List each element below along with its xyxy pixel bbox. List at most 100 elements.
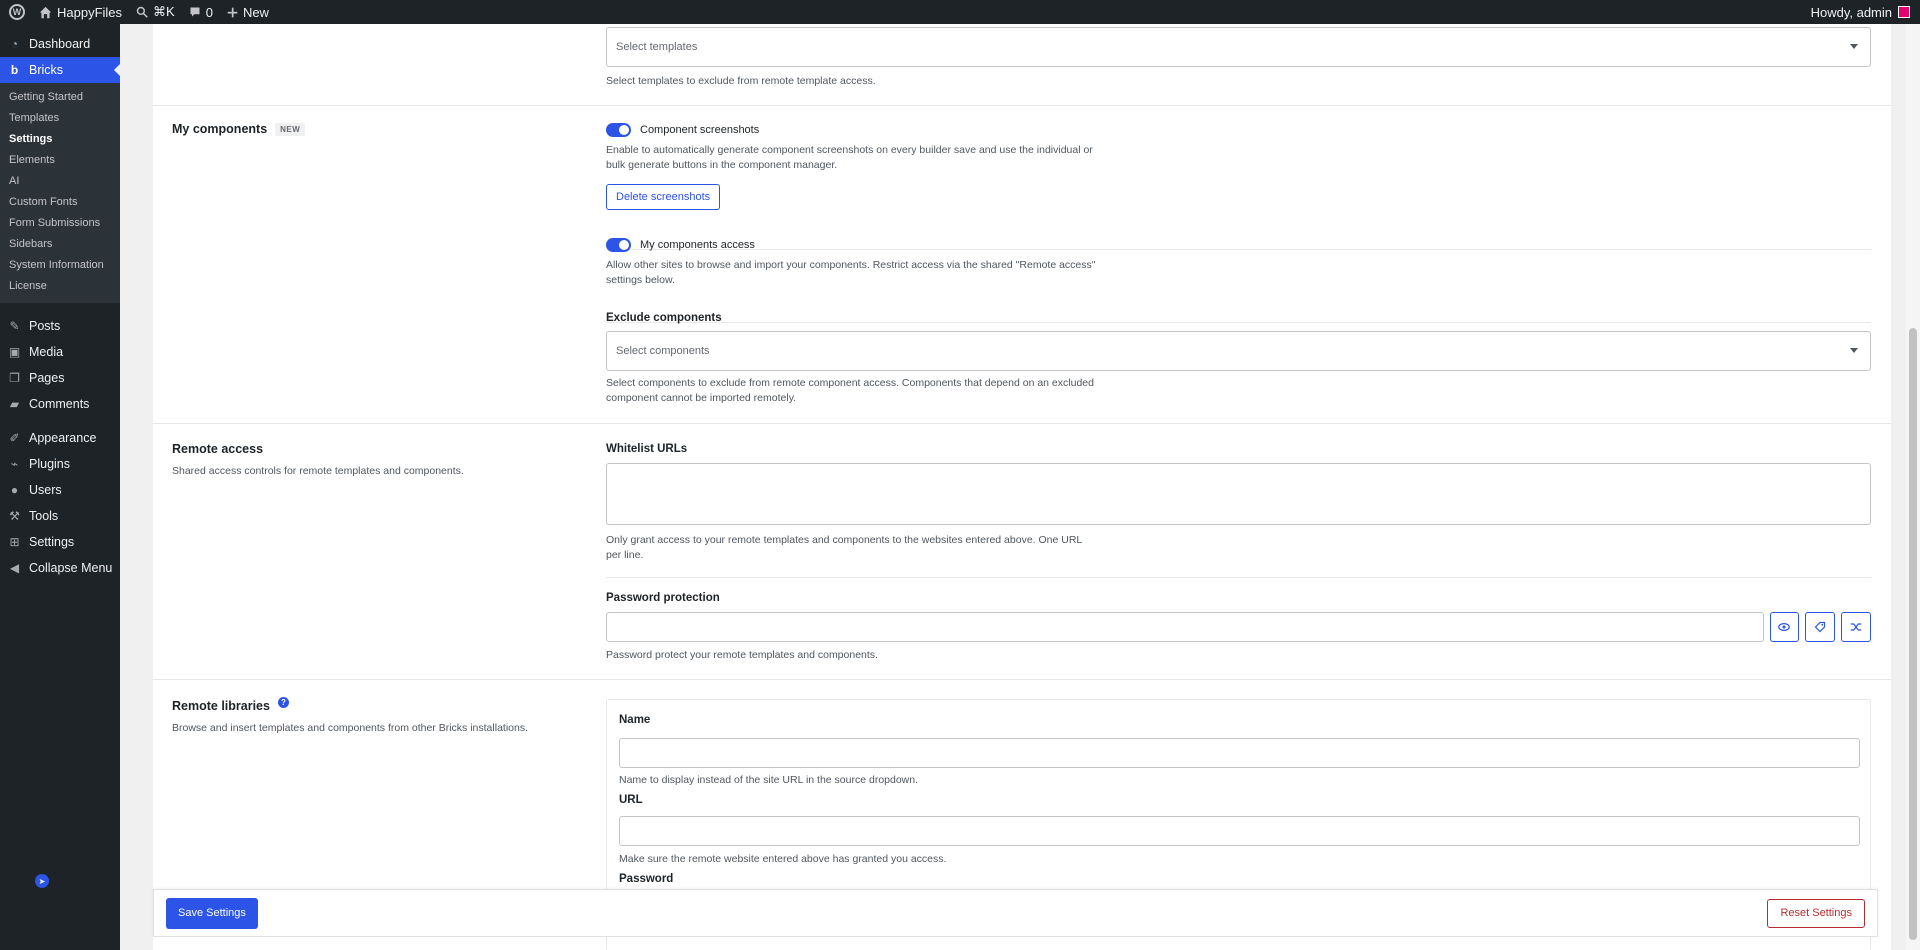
pin-icon: ✎: [9, 319, 20, 333]
component-screenshots-toggle[interactable]: [606, 123, 631, 137]
submenu-custom-fonts[interactable]: Custom Fonts: [0, 192, 120, 213]
my-components-section: My components NEW Component screenshots …: [153, 106, 1891, 424]
sidebar-item-dashboard[interactable]: ◔ Dashboard: [0, 31, 120, 57]
sidebar-item-label: Collapse Menu: [29, 561, 113, 575]
sidebar-item-pages[interactable]: ❐ Pages: [0, 365, 120, 391]
exclude-templates-select[interactable]: Select templates: [606, 27, 1871, 67]
search-icon: [136, 6, 148, 18]
comment-icon: [190, 7, 200, 17]
sidebar-item-label: Posts: [29, 319, 61, 333]
admin-sidebar: ◔ Dashboard b Bricks Getting Started Tem…: [0, 24, 120, 950]
submenu-license[interactable]: License: [0, 276, 120, 297]
wordpress-logo[interactable]: W: [0, 0, 32, 24]
admin-bar: W HappyFiles ⌘K 0 New Howdy, admin: [0, 0, 1920, 24]
comments-link[interactable]: 0: [182, 0, 220, 24]
bricks-submenu: Getting Started Templates Settings Eleme…: [0, 83, 120, 303]
submenu-ai[interactable]: AI: [0, 171, 120, 192]
sidebar-item-posts[interactable]: ✎ Posts: [0, 313, 120, 339]
delete-screenshots-button[interactable]: Delete screenshots: [606, 184, 721, 210]
caret-down-icon: [1850, 348, 1858, 353]
library-url-label: URL: [619, 794, 643, 806]
user-icon: ●: [10, 483, 19, 497]
remote-libraries-description: Browse and insert templates and componen…: [172, 722, 529, 734]
sidebar-item-tools[interactable]: ⚒ Tools: [0, 503, 120, 529]
password-protection-input[interactable]: [606, 612, 1764, 642]
plugin-icon: ⌁: [10, 457, 19, 471]
exclude-components-help: Select components to exclude from remote…: [606, 377, 1094, 404]
help-icon[interactable]: ?: [277, 696, 289, 708]
sidebar-item-bricks[interactable]: b Bricks: [0, 57, 120, 83]
library-url-input[interactable]: [619, 816, 1860, 846]
sidebar-item-label: Bricks: [29, 63, 64, 77]
howdy-text: Howdy, admin: [1810, 4, 1892, 20]
exclude-templates-help: Select templates to exclude from remote …: [606, 75, 876, 87]
save-settings-button[interactable]: Save Settings: [166, 897, 258, 929]
whitelist-urls-label: Whitelist URLs: [606, 443, 688, 455]
submenu-sidebars[interactable]: Sidebars: [0, 234, 120, 255]
my-components-access-toggle[interactable]: [606, 238, 631, 252]
home-icon: [39, 6, 52, 18]
new-badge: NEW: [275, 122, 306, 136]
sidebar-item-media[interactable]: ▣ Media: [0, 339, 120, 365]
sidebar-item-label: Appearance: [29, 431, 97, 445]
submenu-templates[interactable]: Templates: [0, 108, 120, 129]
command-search[interactable]: ⌘K: [129, 0, 182, 24]
section-title: My components NEW: [172, 122, 306, 136]
wordpress-icon: W: [9, 4, 25, 20]
whitelist-urls-textarea[interactable]: [606, 463, 1871, 525]
select-placeholder: Select templates: [616, 41, 698, 53]
exclude-components-select[interactable]: Select components: [606, 331, 1871, 371]
page-scrollbar[interactable]: [1906, 24, 1920, 950]
eye-icon: [1778, 623, 1791, 631]
my-account[interactable]: Howdy, admin: [1811, 5, 1920, 20]
tag-icon: [1814, 621, 1826, 633]
collapse-icon: ◀: [9, 561, 20, 575]
password-protection-label: Password protection: [606, 592, 720, 604]
submenu-getting-started[interactable]: Getting Started: [0, 87, 120, 108]
remote-access-section: Remote access Shared access controls for…: [153, 424, 1891, 680]
sidebar-item-comments[interactable]: ▰ Comments: [0, 391, 120, 417]
generate-password-button[interactable]: [1841, 612, 1872, 642]
brush-icon: ✐: [9, 431, 20, 445]
sidebar-item-label: Dashboard: [29, 37, 91, 51]
submenu-settings[interactable]: Settings: [0, 129, 120, 150]
library-name-input[interactable]: [619, 738, 1860, 768]
exclude-templates-section: Select templates Select templates to exc…: [153, 24, 1891, 106]
pages-icon: ❐: [9, 371, 20, 385]
submenu-system-information[interactable]: System Information: [0, 255, 120, 276]
wrench-icon: ⚒: [9, 509, 20, 523]
settings-footer: Save Settings Reset Settings: [153, 889, 1878, 937]
comments-count: 0: [205, 4, 213, 20]
library-url-help: Make sure the remote website entered abo…: [619, 853, 947, 865]
sidebar-item-settings[interactable]: ⊞ Settings: [0, 529, 120, 555]
reset-settings-button[interactable]: Reset Settings: [1767, 898, 1865, 928]
show-password-button[interactable]: [1769, 612, 1800, 642]
library-name-help: Name to display instead of the site URL …: [619, 774, 919, 786]
sidebar-item-plugins[interactable]: ⌁ Plugins: [0, 451, 120, 477]
cursor-icon: ➤: [35, 874, 49, 888]
sidebar-item-label: Comments: [29, 397, 90, 411]
search-shortcut: ⌘K: [153, 4, 175, 19]
library-password-label: Password: [619, 873, 674, 885]
new-content-link[interactable]: New: [220, 0, 276, 24]
comment-icon: ▰: [9, 397, 20, 411]
my-components-title: My components: [172, 122, 268, 136]
scrollbar-thumb[interactable]: [1909, 328, 1917, 940]
site-name-link[interactable]: HappyFiles: [32, 0, 129, 24]
password-help: Password protect your remote templates a…: [606, 649, 878, 661]
plus-icon: [227, 7, 238, 17]
divider: [606, 577, 1871, 578]
submenu-form-submissions[interactable]: Form Submissions: [0, 213, 120, 234]
select-placeholder: Select components: [616, 345, 710, 357]
sidebar-item-users[interactable]: ● Users: [0, 477, 120, 503]
sidebar-item-label: Settings: [29, 535, 75, 549]
submenu-elements[interactable]: Elements: [0, 150, 120, 171]
copy-password-button[interactable]: [1805, 612, 1836, 642]
bricks-icon: b: [10, 63, 19, 77]
sidebar-item-label: Tools: [29, 509, 59, 523]
collapse-menu-button[interactable]: ◀ Collapse Menu: [0, 555, 120, 581]
screenshots-help: Enable to automatically generate compone…: [606, 144, 1093, 171]
toggle-label: My components access: [640, 239, 755, 251]
media-icon: ▣: [8, 345, 21, 359]
sidebar-item-appearance[interactable]: ✐ Appearance: [0, 425, 120, 451]
